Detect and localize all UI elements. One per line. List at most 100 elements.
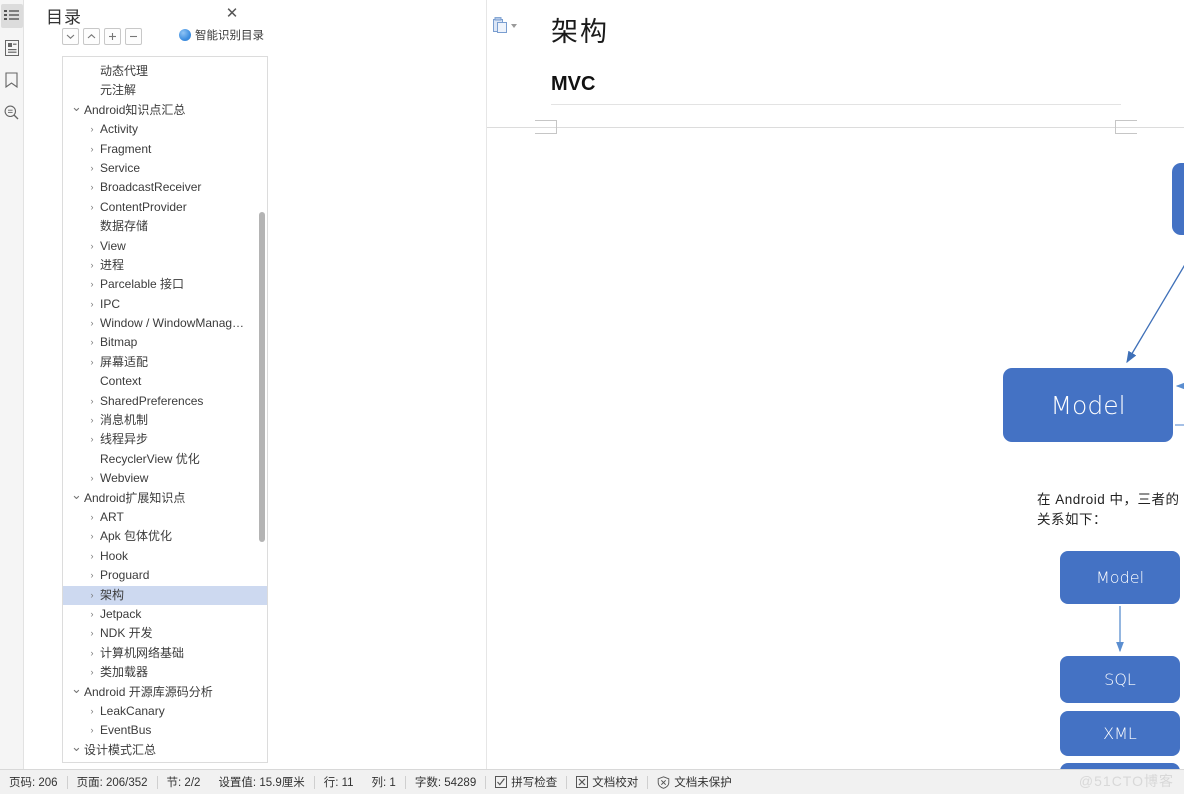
document-canvas[interactable]: 架构 MVC Controller Model View 在 Android 中… [486,0,1184,769]
toc-item-18[interactable]: › 消息机制 [63,411,267,430]
toc-item-label: 进程 [100,257,125,272]
toc-item-9[interactable]: › View [63,237,267,256]
chevron-right-icon[interactable]: › [87,644,97,663]
toc-panel: 目录 ✕ 智能识别目录 动态代理 元注解 ⌄ Android知识点汇总 › Activit… [24,0,486,769]
toc-item-27[interactable]: › 架构 [63,585,267,605]
toc-item-30[interactable]: › 计算机网络基础 [63,644,267,663]
chevron-right-icon[interactable]: › [87,663,97,682]
toc-item-8[interactable]: 数据存储 [63,217,267,236]
toc-item-label: RecyclerView 优化 [100,451,200,466]
chevron-right-icon[interactable]: › [87,586,97,605]
toc-item-11[interactable]: › Parcelable 接口 [63,275,267,294]
toc-item-32[interactable]: ⌄ Android 开源库源码分析 [63,681,267,702]
toc-item-label: 设计模式汇总 [84,742,157,757]
toc-item-16[interactable]: Context [63,372,267,391]
android-relation-caption: 在 Android 中，三者的关系如下： [1037,492,1180,527]
toc-item-19[interactable]: › 线程异步 [63,430,267,449]
search-icon[interactable] [1,100,23,124]
status-proofread[interactable]: 文档校对 [567,774,647,790]
toc-item-31[interactable]: › 类加载器 [63,663,267,682]
chevron-right-icon[interactable]: › [87,275,97,294]
chevron-right-icon[interactable]: › [87,120,97,139]
toc-item-14[interactable]: › Bitmap [63,333,267,352]
chevron-right-icon[interactable]: › [87,508,97,527]
toc-item-5[interactable]: › Service [63,159,267,178]
chevron-right-icon[interactable]: › [87,198,97,217]
chevron-right-icon[interactable]: › [87,314,97,333]
expand-all-button[interactable] [104,28,121,45]
chevron-right-icon[interactable]: › [87,392,97,411]
toc-item-2[interactable]: ⌄ Android知识点汇总 [63,99,267,120]
toc-item-21[interactable]: › Webview [63,469,267,488]
toc-item-25[interactable]: › Hook [63,547,267,566]
paste-options-button[interactable] [493,17,517,34]
toc-item-label: Bitmap [100,335,138,350]
toc-item-label: 屏幕适配 [100,354,149,369]
toc-item-24[interactable]: › Apk 包体优化 [63,527,267,546]
toc-item-15[interactable]: › 屏幕适配 [63,353,267,372]
chevron-down-icon[interactable]: ⌄ [71,737,82,756]
toc-item-29[interactable]: › NDK 开发 [63,624,267,643]
toc-item-6[interactable]: › BroadcastReceiver [63,178,267,197]
bookmark-icon[interactable] [1,68,23,92]
smart-recognize-toc-button[interactable]: 智能识别目录 [179,27,264,43]
status-spell-check[interactable]: 拼写检查 [486,774,566,790]
toc-item-0[interactable]: 动态代理 [63,62,267,81]
status-col: 列: 1 [371,777,396,789]
chevron-right-icon[interactable]: › [87,547,97,566]
status-spell-check-label: 拼写检查 [511,777,558,789]
mvc-node-model: Model [1003,368,1173,442]
toc-item-4[interactable]: › Fragment [63,140,267,159]
toc-item-17[interactable]: › SharedPreferences [63,392,267,411]
chevron-right-icon[interactable]: › [87,527,97,546]
close-icon[interactable]: ✕ [224,6,240,23]
status-page-number[interactable]: 页码: 206 [0,774,67,790]
status-word-count[interactable]: 字数: 54289 [406,774,485,790]
toc-item-20[interactable]: RecyclerView 优化 [63,450,267,469]
chevron-right-icon[interactable]: › [87,624,97,643]
chevron-right-icon[interactable]: › [87,178,97,197]
chevron-down-icon[interactable]: ⌄ [71,679,82,698]
toc-item-22[interactable]: ⌄ Android扩展知识点 [63,487,267,508]
toc-item-35[interactable]: ⌄ 设计模式汇总 [63,739,267,760]
toc-item-13[interactable]: › Window / WindowManag… [63,314,267,333]
toc-tree[interactable]: 动态代理 元注解 ⌄ Android知识点汇总 › Activity › Fragment › S… [62,56,268,763]
collapse-up-button[interactable] [83,28,100,45]
toc-item-33[interactable]: › LeakCanary [63,702,267,721]
toc-item-1[interactable]: 元注解 [63,81,267,100]
chevron-right-icon[interactable]: › [87,721,97,740]
chevron-right-icon[interactable]: › [87,256,97,275]
chevron-down-icon[interactable]: ⌄ [71,485,82,504]
collapse-all-button[interactable] [125,28,142,45]
chevron-right-icon[interactable]: › [87,430,97,449]
toc-item-7[interactable]: › ContentProvider [63,198,267,217]
collapse-down-button[interactable] [62,28,79,45]
toc-item-3[interactable]: › Activity [63,120,267,139]
toc-item-label: Android扩展知识点 [84,490,186,505]
toc-item-26[interactable]: › Proguard [63,566,267,585]
watermark: @51CTO博客 [1078,773,1174,789]
toc-item-12[interactable]: › IPC [63,295,267,314]
chevron-right-icon[interactable]: › [87,353,97,372]
chevron-right-icon[interactable]: › [87,566,97,585]
chevron-right-icon[interactable]: › [87,159,97,178]
chevron-right-icon[interactable]: › [87,469,97,488]
chevron-down-icon[interactable]: ⌄ [71,97,82,116]
chevron-right-icon[interactable]: › [87,295,97,314]
toc-item-label: ContentProvider [100,199,187,214]
outline-icon[interactable] [0,4,23,28]
toc-item-10[interactable]: › 进程 [63,256,267,275]
status-protection[interactable]: 文档未保护 [648,774,741,790]
chevron-right-icon[interactable]: › [87,411,97,430]
toc-scrollbar-thumb[interactable] [259,212,265,542]
chevron-right-icon[interactable]: › [87,237,97,256]
chevron-right-icon[interactable]: › [87,140,97,159]
chevron-right-icon[interactable]: › [87,605,97,624]
chevron-right-icon[interactable]: › [87,702,97,721]
toc-item-23[interactable]: › ART [63,508,267,527]
chevron-right-icon[interactable]: › [87,333,97,352]
toc-item-28[interactable]: › Jetpack [63,605,267,624]
status-page-of[interactable]: 页面: 206/352 [68,774,157,790]
document-icon[interactable] [1,36,23,60]
toc-item-34[interactable]: › EventBus [63,721,267,740]
